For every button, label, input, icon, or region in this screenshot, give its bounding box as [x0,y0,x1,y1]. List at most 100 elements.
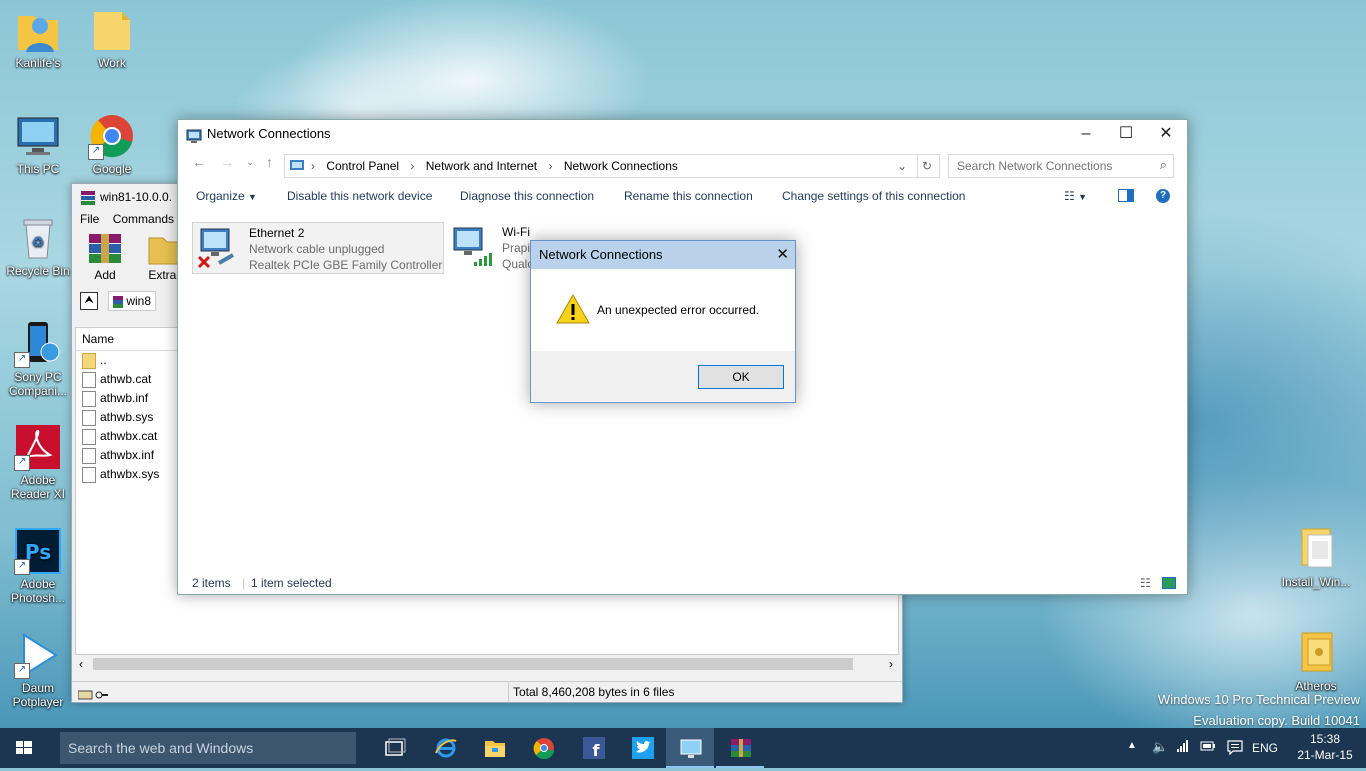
desktop-icon-this-pc[interactable]: This PC [0,112,76,176]
action-center-icon[interactable] [1227,739,1243,758]
battery-icon[interactable] [1200,740,1216,755]
taskbar-search-box[interactable]: Search the web and Windows [60,732,356,764]
minimize-button[interactable]: – [1066,120,1106,148]
desktop-icon-atheros[interactable]: Atheros [1276,629,1356,693]
desktop-icon-kanlifes[interactable]: Kanlife's [0,6,76,70]
recycle-bin-icon: ♻ [14,214,62,262]
volume-icon[interactable]: 🔈 [1152,739,1168,755]
dialog-titlebar[interactable]: Network Connections ✕ [531,241,795,269]
desktop-icon-work[interactable]: Work [74,6,150,70]
rename-button[interactable]: Rename this connection [624,180,753,212]
breadcrumb-network-connections[interactable]: Network Connections [564,159,678,173]
winrar-icon [731,739,751,757]
back-arrow-icon[interactable]: ← [192,154,206,170]
error-dialog[interactable]: Network Connections ✕ An unexpected erro… [530,240,796,403]
input-language[interactable]: ENG [1252,741,1278,755]
desktop-icon-label: Atheros [1295,679,1337,693]
dialog-title: Network Connections [539,247,663,262]
desktop-icon-sony-pc-companion[interactable]: ↗ Sony PC Compani... [0,320,76,398]
clock[interactable]: 15:38 21-Mar-15 [1290,731,1360,763]
organize-button[interactable]: Organize ▼ [196,180,257,213]
taskbar-facebook[interactable]: f [569,728,617,768]
maximize-button[interactable]: ☐ [1106,120,1146,148]
search-icon[interactable]: ⌕ [1160,157,1167,173]
desktop-icon-label: Work [98,56,126,70]
taskbar-file-explorer[interactable] [470,728,518,768]
desktop-icon-label: Kanlife's [15,56,61,70]
parent-folder-icon [82,352,96,369]
add-button[interactable]: Add [80,228,130,288]
desktop-icon-photoshop[interactable]: Ps ↗ Adobe Photosh... [0,527,76,605]
inf-file-icon [82,390,96,407]
large-icons-view-icon[interactable] [1162,577,1176,589]
connection-name: Ethernet 2 [249,226,305,240]
connection-wifi[interactable]: Wi-Fi Prapi Qualc [446,222,536,272]
horizontal-scrollbar[interactable]: ‹ › [75,656,897,672]
connection-adapter: Realtek PCIe GBE Family Controller [249,258,443,272]
network-connections-icon [680,739,702,758]
archive-add-icon [83,232,127,266]
desktop-icon-label: Recycle Bin [6,264,70,278]
file-explorer-icon [485,741,505,757]
nc-titlebar[interactable]: Network Connections – ☐ ✕ [178,120,1187,148]
ok-button[interactable]: OK [698,365,784,389]
change-settings-button[interactable]: Change settings of this connection [782,180,965,212]
scroll-left-icon[interactable]: ‹ [79,656,83,672]
close-button[interactable]: ✕ [1146,120,1186,148]
disable-device-button[interactable]: Disable this network device [287,180,432,212]
desktop-icon-install-win[interactable]: Install_Win... [1276,525,1356,589]
details-view-icon[interactable]: ☷ [1140,572,1151,594]
taskbar-chrome[interactable] [519,728,567,768]
wifi-connected-icon [450,226,492,268]
desktop-icon-recycle-bin[interactable]: ♻ Recycle Bin [0,214,76,278]
desktop-icon-label: Adobe Reader XI [10,473,66,501]
drive-key-icon [77,686,108,700]
address-dropdown-icon[interactable]: ⌄ [897,155,907,177]
diagnose-button[interactable]: Diagnose this connection [460,180,594,212]
up-arrow-icon[interactable]: ↑ [266,154,273,170]
menu-file[interactable]: File [80,212,99,226]
show-hidden-icons-icon[interactable]: ▲ [1127,740,1137,751]
forward-arrow-icon[interactable]: → [220,154,234,170]
column-header-name[interactable]: Name [76,328,192,351]
taskbar-twitter[interactable] [618,728,666,768]
desktop-icon-google-chrome[interactable]: ↗ Google Chrome [74,112,150,176]
breadcrumb-control-panel[interactable]: Control Panel [326,159,399,173]
shortcut-arrow-icon: ↗ [88,144,104,160]
start-button[interactable] [0,728,48,768]
dialog-close-icon[interactable]: ✕ [776,241,789,269]
nc-command-bar: Organize ▼ Disable this network device D… [178,180,1187,212]
add-label: Add [94,268,116,282]
help-icon[interactable]: ? [1156,189,1170,203]
scroll-right-icon[interactable]: › [889,656,893,672]
ethernet-disconnected-icon [197,227,239,269]
search-box[interactable]: ⌕ [948,154,1174,178]
user-folder-icon [14,6,62,54]
preview-pane-icon[interactable] [1118,189,1134,202]
taskbar-internet-explorer[interactable] [421,728,469,768]
network-tray-icon[interactable] [1176,739,1190,756]
desktop-icon-daum-potplayer[interactable]: ↗ Daum Potplayer [0,631,76,709]
address-bar[interactable]: › Control Panel › Network and Internet ›… [284,154,940,178]
view-options-icon[interactable]: ☷ ▼ [1064,180,1087,213]
breadcrumb-network-and-internet[interactable]: Network and Internet [426,159,537,173]
status-divider: | [242,576,246,590]
menu-commands[interactable]: Commands [113,212,174,226]
winrar-path[interactable]: win8 [108,291,157,311]
recent-locations-icon[interactable]: ⌄ [246,157,254,168]
desktop-icon-label: Adobe Photosh... [10,577,66,605]
shortcut-arrow-icon: ↗ [14,663,30,679]
search-input[interactable] [955,155,1149,177]
refresh-icon[interactable]: ↻ [917,155,932,177]
desktop-icon-adobe-reader[interactable]: ↗ Adobe Reader XI [0,423,76,501]
connection-ethernet-2[interactable]: Ethernet 2 Network cable unplugged Realt… [192,222,444,274]
taskbar-winrar[interactable] [716,728,764,768]
up-folder-icon[interactable]: ⮝ [80,292,98,310]
task-view-button[interactable] [370,728,418,768]
winrar-title: win81-10.0.0. [100,190,173,204]
taskbar-network-connections[interactable] [666,728,714,768]
scroll-thumb[interactable] [93,658,853,670]
connection-wifi-text: Wi-Fi Prapi Qualc [502,224,533,272]
windows-logo-icon [16,741,32,754]
folder-icon [88,6,136,54]
